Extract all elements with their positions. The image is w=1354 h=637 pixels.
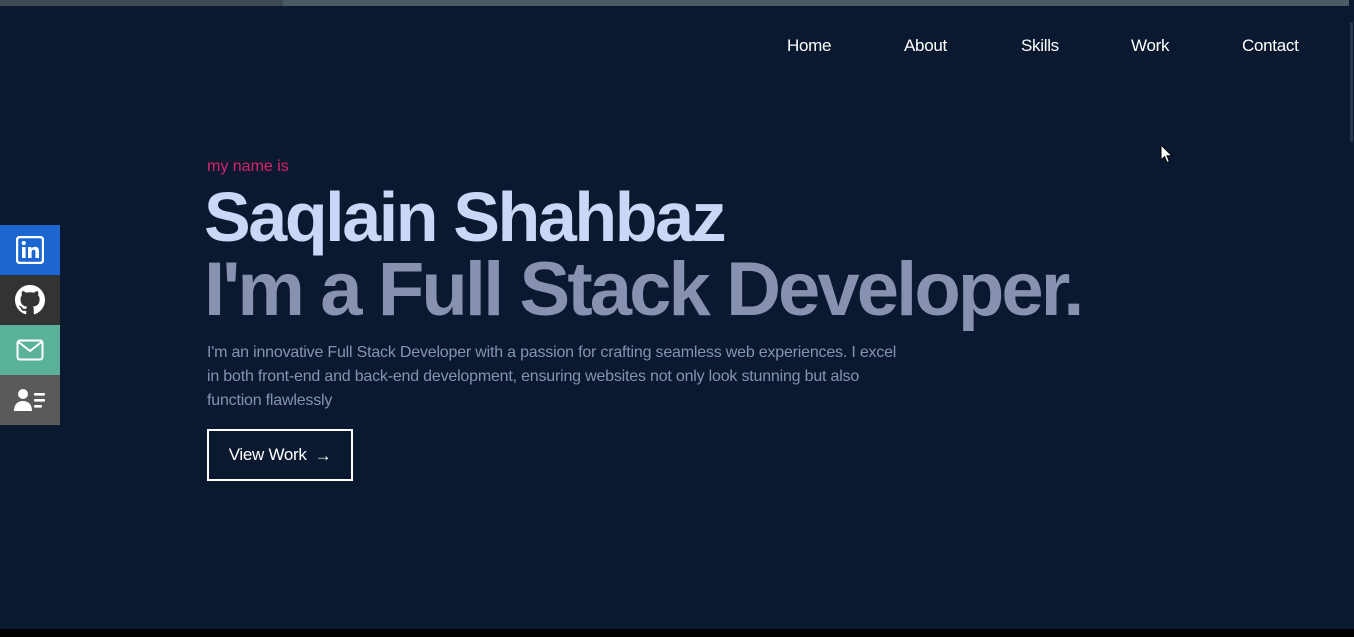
linkedin-link[interactable]	[0, 225, 60, 275]
view-work-label: View Work	[228, 445, 307, 464]
github-icon	[15, 285, 45, 315]
top-border	[0, 0, 1349, 6]
arrow-right-icon: →	[314, 445, 332, 465]
social-sidebar	[0, 225, 60, 425]
main-nav: Home About Skills Work Contact	[0, 35, 1349, 57]
nav-skills[interactable]: Skills	[1021, 35, 1059, 57]
scrollbar-thumb[interactable]	[1350, 22, 1353, 142]
scrollbar[interactable]	[1349, 0, 1354, 629]
resume-icon	[14, 389, 45, 411]
hero-name: Saqlain Shahbaz	[204, 178, 727, 256]
nav-contact[interactable]: Contact	[1242, 35, 1299, 57]
hero-title: I'm a Full Stack Developer.	[204, 247, 1084, 332]
mouse-cursor-icon	[1160, 144, 1174, 164]
hero-kicker: my name is	[207, 158, 289, 175]
view-work-button[interactable]: View Work →	[207, 429, 353, 481]
nav-about[interactable]: About	[904, 35, 947, 57]
page-background: Home About Skills Work Contact my name i…	[0, 0, 1349, 629]
nav-work[interactable]: Work	[1131, 35, 1169, 57]
github-link[interactable]	[0, 275, 60, 325]
resume-link[interactable]	[0, 375, 60, 425]
mail-link[interactable]	[0, 325, 60, 375]
linkedin-icon	[16, 236, 44, 264]
hero-description: I'm an innovative Full Stack Developer w…	[207, 344, 897, 409]
bottom-edge	[0, 629, 1354, 637]
nav-home[interactable]: Home	[787, 35, 831, 57]
mail-icon	[16, 339, 44, 361]
